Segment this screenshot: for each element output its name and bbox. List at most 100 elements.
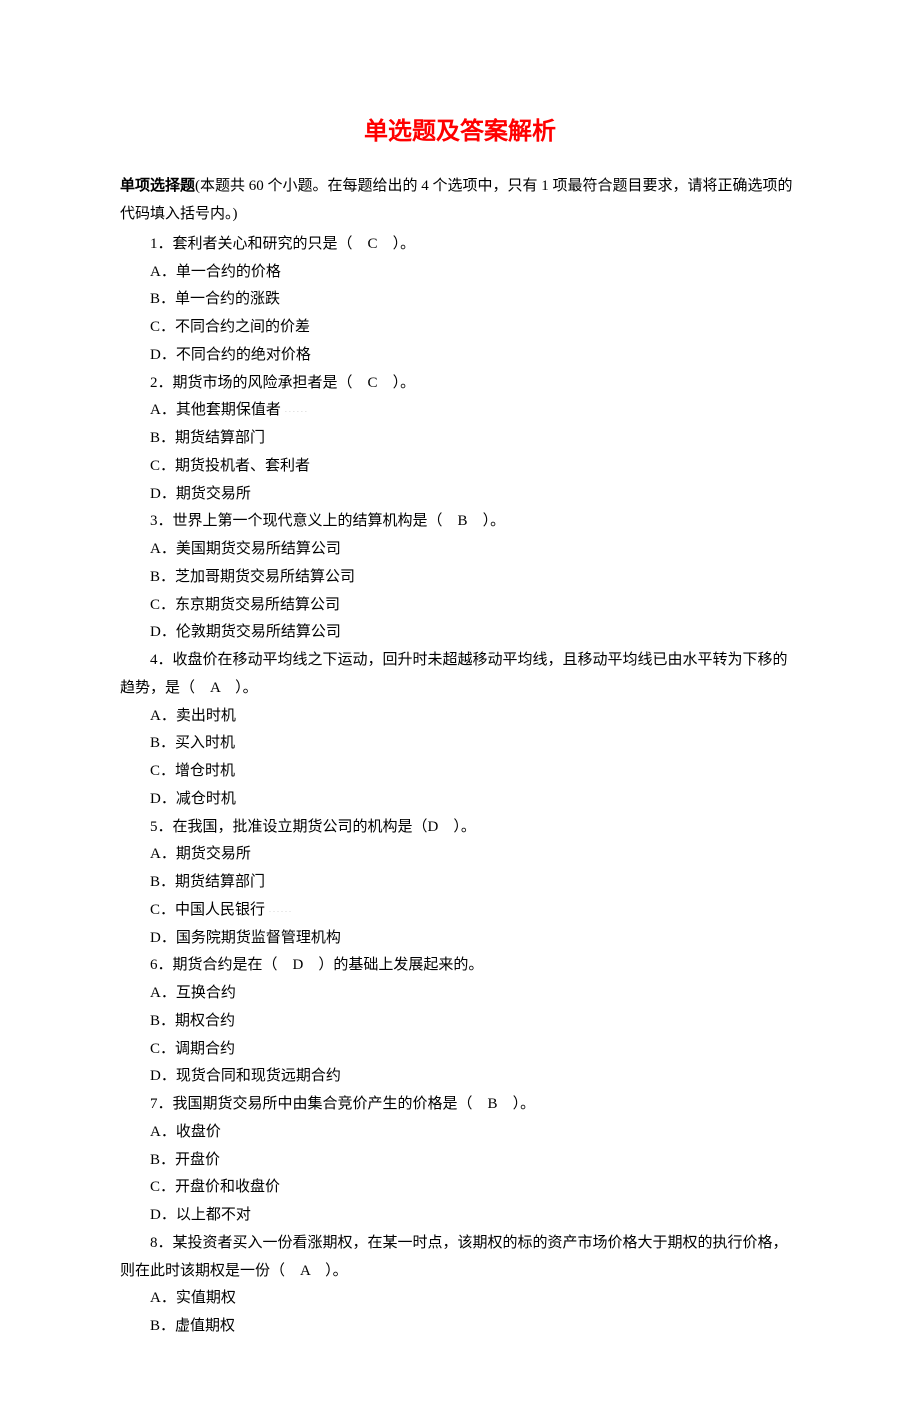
answer-gap-right <box>310 1263 325 1279</box>
question-text-pre: ．某投资者买入一份看涨期权，在某一时点，该期权的标的资产市场价格大于期权的执行价… <box>120 1235 788 1279</box>
option-text: A．实值期权 <box>150 1290 236 1306</box>
option-text: B．期货结算部门 <box>150 874 265 890</box>
option-B: B．虚值期权 <box>120 1313 800 1341</box>
question-text-post: ）。 <box>453 819 476 835</box>
question-text-pre: ．期货市场的风险承担者是（ <box>158 375 353 391</box>
answer-gap-left <box>195 680 210 696</box>
question-number: 5 <box>150 819 158 835</box>
option-text: D．减仓时机 <box>150 791 236 807</box>
instructions-text: (本题共 60 个小题。在每题给出的 4 个选项中，只有 1 项最符合题目要求，… <box>120 178 793 222</box>
option-text: A．其他套期保值者 <box>150 402 281 418</box>
question-stem: 2．期货市场的风险承担者是（ C ）。 <box>120 370 800 398</box>
answer-letter: C <box>368 375 378 391</box>
option-text: A．美国期货交易所结算公司 <box>150 541 341 557</box>
option-text: D．以上都不对 <box>150 1207 251 1223</box>
answer-gap-left <box>353 375 368 391</box>
option-D: D．伦敦期货交易所结算公司 <box>120 619 800 647</box>
option-A: A．单一合约的价格 <box>120 259 800 287</box>
question-text-pre: ．期货合约是在（ <box>158 957 278 973</box>
option-text: B．开盘价 <box>150 1152 220 1168</box>
instructions: 单项选择题(本题共 60 个小题。在每题给出的 4 个选项中，只有 1 项最符合… <box>120 172 800 229</box>
question-text-post: ）的基础上发展起来的。 <box>318 957 483 973</box>
option-text: A．互换合约 <box>150 985 236 1001</box>
option-C: C．不同合约之间的价差 <box>120 314 800 342</box>
option-text: D．伦敦期货交易所结算公司 <box>150 624 341 640</box>
option-text: B．期货结算部门 <box>150 430 265 446</box>
option-text: D．国务院期货监督管理机构 <box>150 930 341 946</box>
option-C: C．中国人民银行 ...... <box>120 897 800 925</box>
question-number: 8 <box>150 1235 158 1251</box>
option-A: A．美国期货交易所结算公司 <box>120 536 800 564</box>
question-number: 3 <box>150 513 158 529</box>
option-text: C．东京期货交易所结算公司 <box>150 597 340 613</box>
answer-gap-left <box>285 1263 300 1279</box>
watermark-dots: ...... <box>265 905 293 914</box>
option-text: C．调期合约 <box>150 1041 235 1057</box>
question-text-post: ）。 <box>513 1096 536 1112</box>
option-D: D．国务院期货监督管理机构 <box>120 925 800 953</box>
answer-gap-right <box>468 513 483 529</box>
answer-gap-right <box>498 1096 513 1112</box>
answer-gap-left <box>278 957 293 973</box>
question-text-post: ）。 <box>235 680 258 696</box>
option-text: A．期货交易所 <box>150 846 251 862</box>
question-stem-wrap: 8．某投资者买入一份看涨期权，在某一时点，该期权的标的资产市场价格大于期权的执行… <box>120 1230 800 1286</box>
question-5: 5．在我国，批准设立期货公司的机构是（D ）。 A．期货交易所 B．期货结算部门 C．… <box>120 814 800 953</box>
option-text: A．收盘价 <box>150 1124 221 1140</box>
option-text: B．虚值期权 <box>150 1318 235 1334</box>
option-A: A．期货交易所 <box>120 841 800 869</box>
option-A: A．互换合约 <box>120 980 800 1008</box>
option-text: D．现货合同和现货远期合约 <box>150 1068 341 1084</box>
question-text-pre: ．世界上第一个现代意义上的结算机构是（ <box>158 513 443 529</box>
option-B: B．期货结算部门 <box>120 869 800 897</box>
question-6: 6．期货合约是在（ D ）的基础上发展起来的。 A．互换合约 B．期权合约 C．调期合… <box>120 952 800 1091</box>
answer-letter: B <box>458 513 468 529</box>
question-2: 2．期货市场的风险承担者是（ C ）。A．其他套期保值者 ......B．期货结… <box>120 370 800 509</box>
watermark-dots: ...... <box>281 406 309 415</box>
answer-gap-right <box>438 819 453 835</box>
option-C: C．期货投机者、套利者 <box>120 453 800 481</box>
question-stem: 3．世界上第一个现代意义上的结算机构是（ B ）。 <box>120 508 800 536</box>
answer-gap-right <box>220 680 235 696</box>
option-D: D．不同合约的绝对价格 <box>120 342 800 370</box>
question-stem: 5．在我国，批准设立期货公司的机构是（D ）。 <box>120 814 800 842</box>
question-4: 4．收盘价在移动平均线之下运动，回升时未超越移动平均线，且移动平均线已由水平转为… <box>120 647 800 814</box>
option-text: D．不同合约的绝对价格 <box>150 347 311 363</box>
question-number: 6 <box>150 957 158 973</box>
option-text: A．单一合约的价格 <box>150 264 281 280</box>
option-text: D．期货交易所 <box>150 486 251 502</box>
option-D: D．现货合同和现货远期合约 <box>120 1063 800 1091</box>
question-stem: 7．我国期货交易所中由集合竞价产生的价格是（ B ）。 <box>120 1091 800 1119</box>
option-A: A．其他套期保值者 ...... <box>120 397 800 425</box>
question-text-post: ）。 <box>393 375 416 391</box>
option-text: C．不同合约之间的价差 <box>150 319 310 335</box>
answer-letter: D <box>293 957 304 973</box>
option-text: B．芝加哥期货交易所结算公司 <box>150 569 355 585</box>
option-B: B．期权合约 <box>120 1008 800 1036</box>
option-text: B．期权合约 <box>150 1013 235 1029</box>
option-B: B．开盘价 <box>120 1147 800 1175</box>
answer-letter: A <box>210 680 220 696</box>
option-C: C．开盘价和收盘价 <box>120 1174 800 1202</box>
answer-letter: D <box>428 819 439 835</box>
option-C: C．东京期货交易所结算公司 <box>120 592 800 620</box>
question-text-post: ）。 <box>393 236 416 252</box>
question-8: 8．某投资者买入一份看涨期权，在某一时点，该期权的标的资产市场价格大于期权的执行… <box>120 1230 800 1341</box>
question-stem-wrap: 4．收盘价在移动平均线之下运动，回升时未超越移动平均线，且移动平均线已由水平转为… <box>120 647 800 703</box>
question-number: 4 <box>150 652 158 668</box>
page-title: 单选题及答案解析 <box>120 110 800 154</box>
option-A: A．卖出时机 <box>120 703 800 731</box>
instructions-bold: 单项选择题 <box>120 177 195 194</box>
answer-gap-right <box>303 957 318 973</box>
option-C: C．调期合约 <box>120 1036 800 1064</box>
question-7: 7．我国期货交易所中由集合竞价产生的价格是（ B ）。 A．收盘价 B．开盘价 C．开… <box>120 1091 800 1230</box>
answer-gap-left <box>473 1096 488 1112</box>
option-B: B．期货结算部门 <box>120 425 800 453</box>
option-text: B．买入时机 <box>150 735 235 751</box>
question-text-pre: ．套利者关心和研究的只是（ <box>158 236 353 252</box>
option-text: B．单一合约的涨跌 <box>150 291 280 307</box>
option-B: B．芝加哥期货交易所结算公司 <box>120 564 800 592</box>
option-D: D．以上都不对 <box>120 1202 800 1230</box>
question-text-pre: ．我国期货交易所中由集合竞价产生的价格是（ <box>158 1096 473 1112</box>
question-stem: 1．套利者关心和研究的只是（ C ）。 <box>120 231 800 259</box>
